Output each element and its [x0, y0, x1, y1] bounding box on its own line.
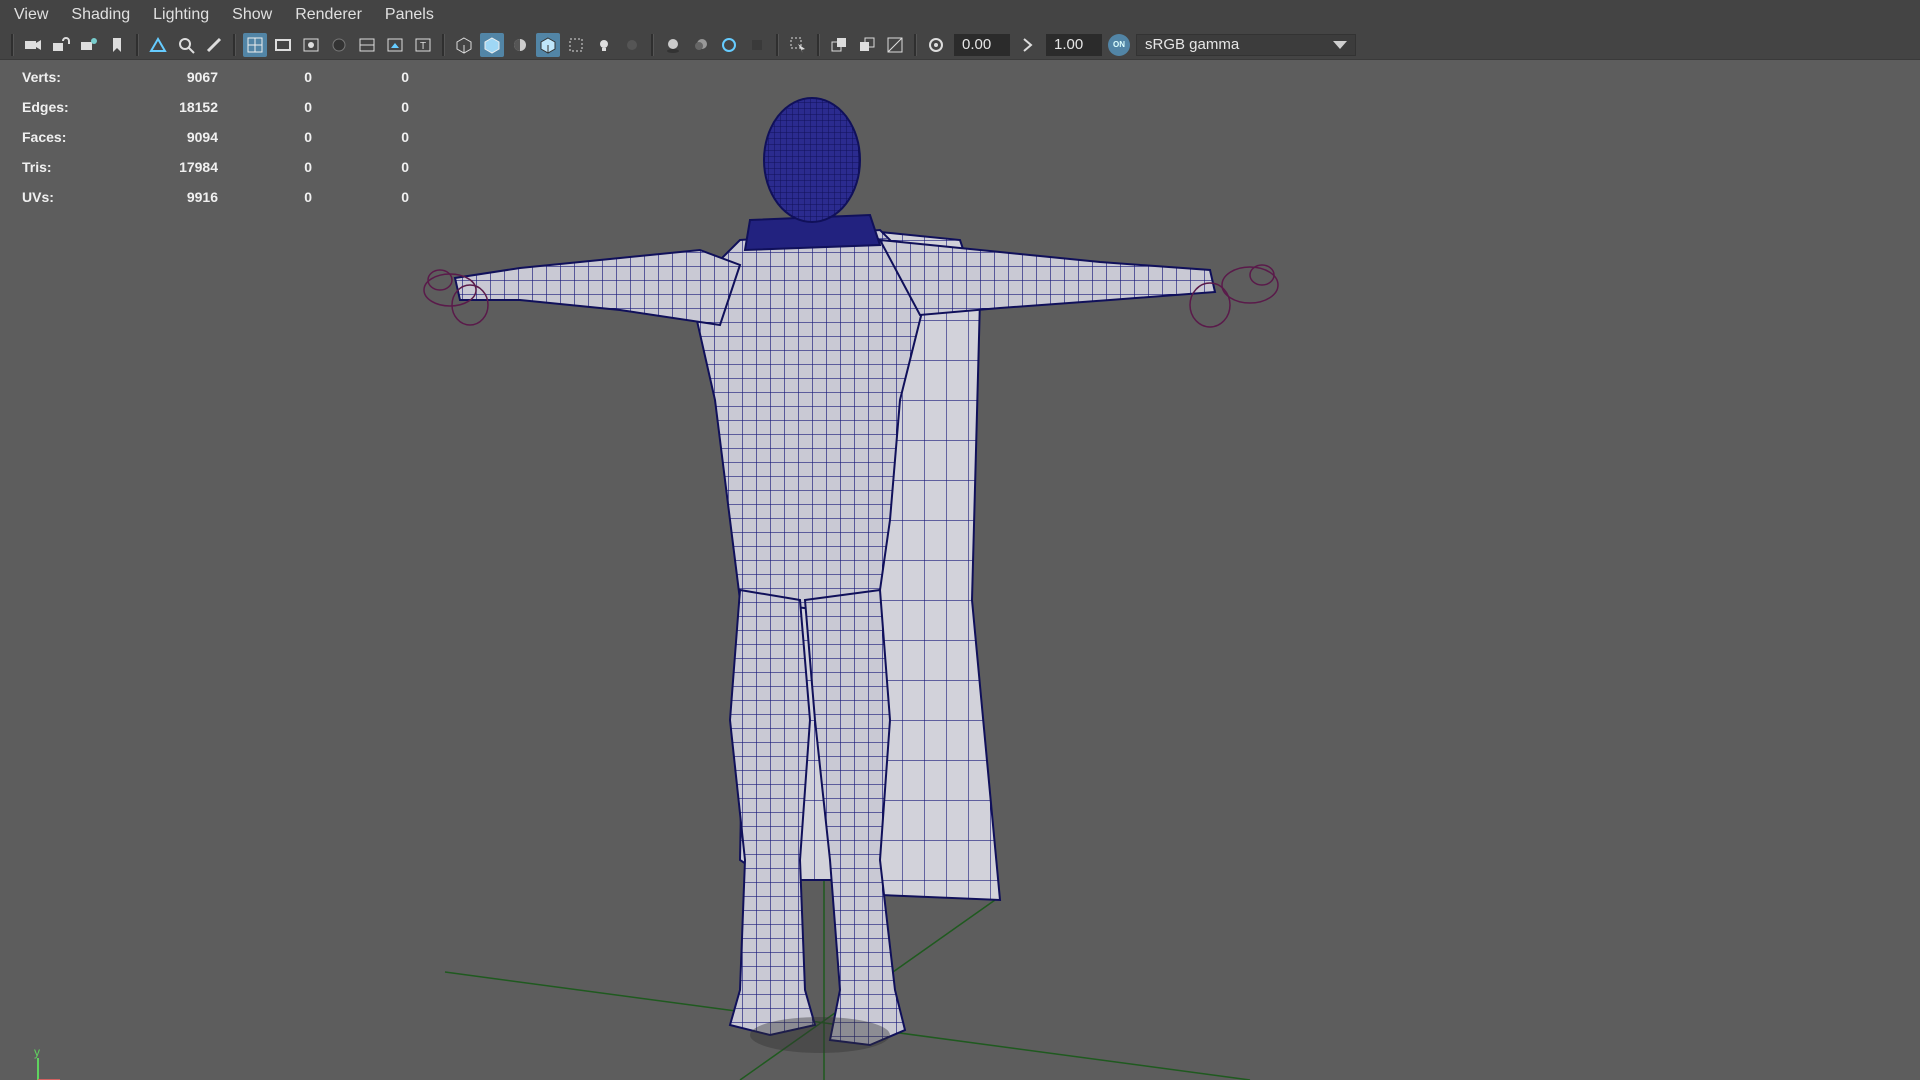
- bookmark-icon[interactable]: [105, 33, 129, 57]
- image-plane-icon[interactable]: [146, 33, 170, 57]
- lights-icon[interactable]: [592, 33, 616, 57]
- isolate-select-icon[interactable]: [786, 33, 810, 57]
- menu-shading[interactable]: Shading: [57, 0, 139, 30]
- default-material-icon[interactable]: [508, 33, 532, 57]
- toolbar-separator: [817, 33, 820, 56]
- lock-camera-icon[interactable]: [49, 33, 73, 57]
- viewport-toolbar: T 0.00 1.00 ON sRGB gamma: [0, 30, 1920, 60]
- toolbar-separator: [651, 33, 654, 56]
- menu-renderer[interactable]: Renderer: [281, 0, 371, 30]
- color-space-label: sRGB gamma: [1145, 36, 1240, 53]
- backface-icon[interactable]: [883, 33, 907, 57]
- menu-panels[interactable]: Panels: [371, 0, 443, 30]
- gamma-field[interactable]: 1.00: [1046, 33, 1102, 56]
- field-chart-icon[interactable]: [355, 33, 379, 57]
- xray-joints-icon[interactable]: [827, 33, 851, 57]
- film-gate-icon[interactable]: [271, 33, 295, 57]
- axis-y-label: y: [34, 1045, 40, 1059]
- camera-attributes-icon[interactable]: [77, 33, 101, 57]
- viewport-menubar: View Shading Lighting Show Renderer Pane…: [0, 0, 1920, 30]
- wireframe-icon[interactable]: [452, 33, 476, 57]
- svg-text:T: T: [420, 41, 426, 52]
- depth-of-field-icon[interactable]: [745, 33, 769, 57]
- exposure-icon[interactable]: [924, 33, 948, 57]
- xray-icon[interactable]: [564, 33, 588, 57]
- toolbar-separator: [776, 33, 779, 56]
- xray-active-icon[interactable]: [855, 33, 879, 57]
- menu-lighting[interactable]: Lighting: [139, 0, 218, 30]
- anti-aliasing-icon[interactable]: [717, 33, 741, 57]
- gamma-icon[interactable]: [1016, 33, 1040, 57]
- ground-shadow: [750, 1017, 890, 1053]
- grease-pencil-icon[interactable]: [202, 33, 226, 57]
- menu-show[interactable]: Show: [218, 0, 281, 30]
- toolbar-separator: [442, 33, 445, 56]
- color-space-dropdown[interactable]: sRGB gamma: [1136, 33, 1356, 56]
- toolbar-separator: [11, 33, 14, 56]
- ambient-occlusion-icon[interactable]: [661, 33, 685, 57]
- toolbar-separator: [233, 33, 236, 56]
- resolution-gate-icon[interactable]: [299, 33, 323, 57]
- color-management-icon[interactable]: ON: [1108, 33, 1130, 56]
- exposure-field[interactable]: 0.00: [954, 33, 1010, 56]
- motion-blur-icon[interactable]: [689, 33, 713, 57]
- 2d-pan-zoom-icon[interactable]: [174, 33, 198, 57]
- viewport-canvas[interactable]: [0, 61, 1920, 1080]
- menu-view[interactable]: View: [0, 0, 57, 30]
- dropdown-arrow-icon[interactable]: [1333, 40, 1347, 49]
- character-mesh[interactable]: [423, 97, 1279, 1047]
- camera-icon[interactable]: [21, 33, 45, 57]
- toolbar-separator: [136, 33, 139, 56]
- shadows-icon[interactable]: [620, 33, 644, 57]
- toolbar-separator: [914, 33, 917, 56]
- smooth-shade-icon[interactable]: [480, 32, 504, 57]
- wireframe-on-shaded-icon[interactable]: [536, 32, 560, 57]
- safe-title-icon[interactable]: T: [411, 33, 435, 57]
- gate-mask-icon[interactable]: [327, 33, 351, 57]
- safe-action-icon[interactable]: [383, 33, 407, 57]
- grid-icon[interactable]: [243, 32, 267, 57]
